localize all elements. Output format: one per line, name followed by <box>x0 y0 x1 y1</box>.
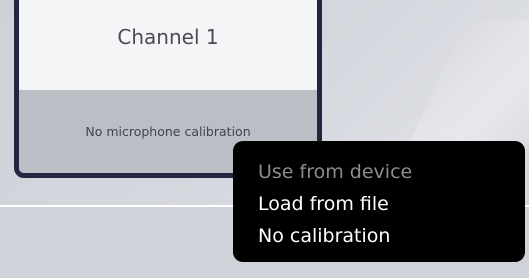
calibration-context-menu: Use from device Load from file No calibr… <box>233 141 525 262</box>
menu-item-load-from-file[interactable]: Load from file <box>258 188 525 220</box>
menu-item-no-calibration[interactable]: No calibration <box>258 220 525 252</box>
menu-item-use-from-device: Use from device <box>258 161 413 183</box>
channel-title: Channel 1 <box>117 25 219 49</box>
calibration-status-label: No microphone calibration <box>85 124 251 139</box>
channel-card-header: Channel 1 <box>19 0 317 90</box>
